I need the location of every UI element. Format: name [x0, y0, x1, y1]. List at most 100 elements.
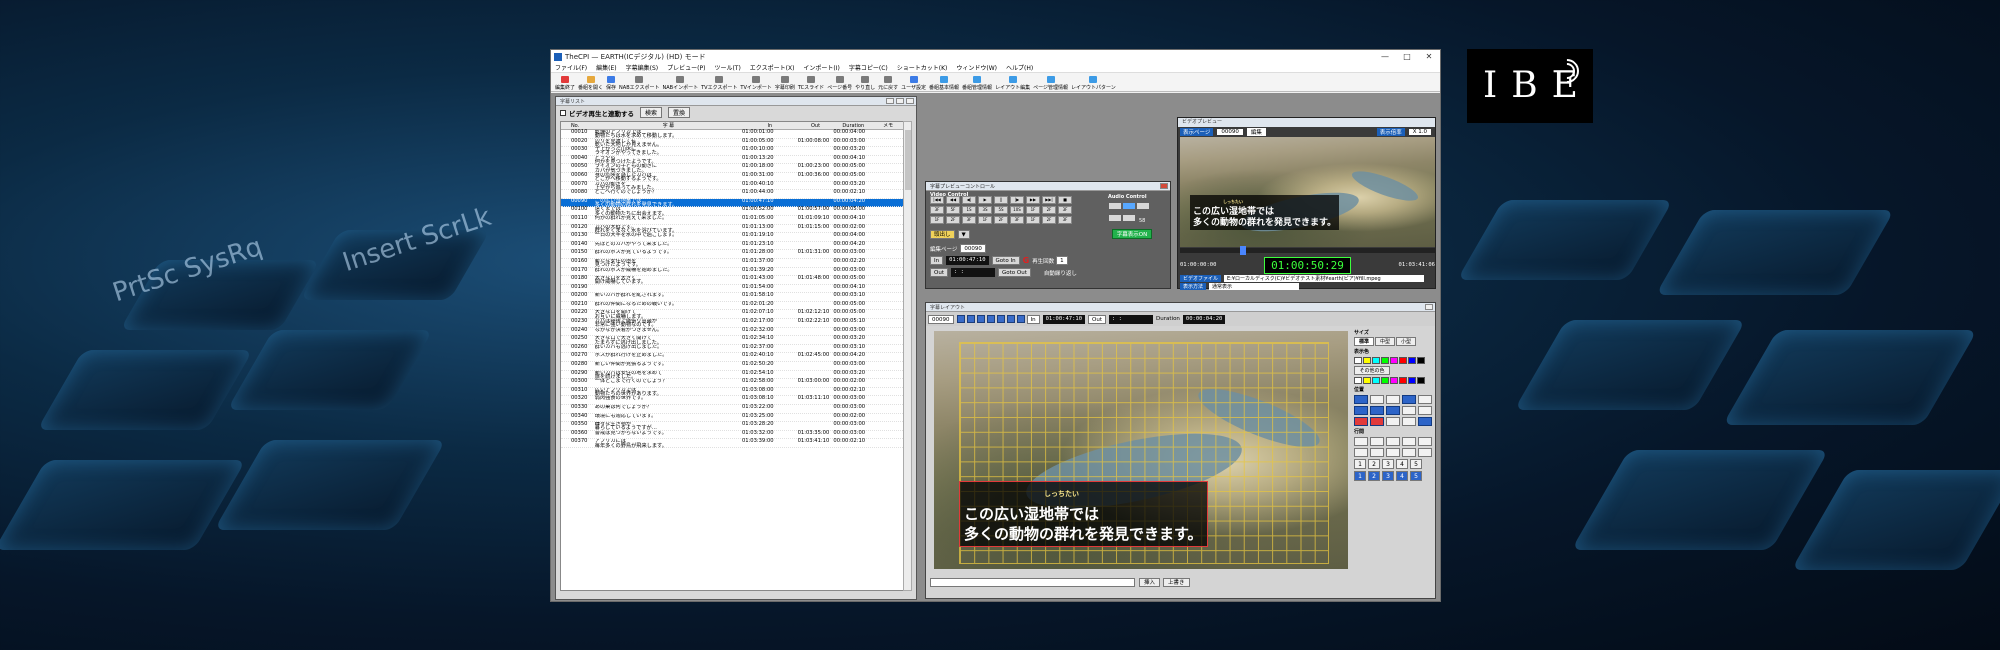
toolbar-button[interactable]: 元に戻す [878, 76, 898, 91]
color-swatch[interactable] [1363, 357, 1371, 364]
toolbar-button[interactable]: NABインポート [663, 76, 698, 91]
move-left-icon[interactable] [1354, 406, 1368, 415]
subtitle-display-on-button[interactable]: 字幕表示ON [1112, 229, 1152, 239]
spacing-icon[interactable] [1386, 448, 1400, 457]
audio-center-button[interactable] [1123, 203, 1135, 209]
position-preset-icon[interactable] [1418, 406, 1432, 415]
transport-button[interactable]: 1F [930, 216, 944, 224]
toolbar-button[interactable]: 編集終了 [555, 76, 575, 91]
layout-out-button[interactable]: Out [1088, 314, 1107, 324]
menu-item[interactable]: プレビュー(P) [667, 63, 705, 72]
menu-item[interactable]: ファイル(F) [555, 63, 587, 72]
in-timecode[interactable]: 01:00:47:10 [946, 256, 989, 265]
window-close-icon[interactable] [906, 98, 914, 104]
preset-number-button[interactable]: 3 [1382, 459, 1394, 469]
transport-button[interactable]: ■ [1058, 196, 1072, 204]
jump-mode-button[interactable]: ▼ [957, 230, 970, 239]
video-file-path[interactable]: E:¥ローカルディスク(C)¥ビデオテスト素材¥earth(ピア)¥fill.m… [1224, 275, 1425, 282]
toolbar-button[interactable]: ページ管理情報 [1033, 76, 1068, 91]
transport-button[interactable]: ▶▶| [1042, 196, 1056, 204]
preset-number-button[interactable]: 1 [1354, 459, 1366, 469]
spacing-icon[interactable] [1402, 437, 1416, 446]
col-no[interactable]: No. [571, 123, 595, 129]
volume-down-button[interactable] [1109, 215, 1121, 221]
toolbar-button[interactable]: 番組を開く [578, 76, 603, 91]
up-arrow-icon[interactable] [966, 315, 975, 323]
maximize-button[interactable]: □ [1396, 52, 1418, 61]
sync-checkbox[interactable] [560, 109, 566, 116]
preset-number-button[interactable]: 2 [1368, 459, 1380, 469]
audio-right-button[interactable] [1137, 203, 1149, 209]
color-swatch[interactable] [1390, 377, 1398, 384]
arrow-right-icon[interactable] [1370, 417, 1384, 426]
goto-out-button[interactable]: Goto Out [997, 268, 1031, 277]
replace-button[interactable]: 置換 [668, 107, 691, 118]
position-preset-icon[interactable] [1418, 395, 1432, 404]
minimize-button[interactable]: — [1374, 52, 1396, 61]
menu-item[interactable]: ショートカット(K) [897, 63, 948, 72]
color-swatch[interactable] [1372, 377, 1380, 384]
align-icon[interactable] [996, 315, 1005, 323]
jump-button[interactable]: 頭出し [930, 230, 955, 239]
layout-subtitle[interactable]: しっちたい この広い湿地帯では 多くの動物の群れを発見できます。 [959, 481, 1208, 547]
color-swatch[interactable] [1399, 357, 1407, 364]
spacing-icon[interactable] [1370, 448, 1384, 457]
color-swatch[interactable] [1381, 377, 1389, 384]
size-small-button[interactable]: 小型 [1396, 337, 1417, 346]
preset-number-button[interactable]: 2 [1368, 471, 1380, 481]
color-swatch[interactable] [1354, 357, 1362, 364]
layout-page-select[interactable]: 00090 [928, 314, 954, 324]
insert-button[interactable]: 挿入 [1139, 578, 1161, 587]
search-button[interactable]: 検索 [640, 107, 663, 118]
menu-item[interactable]: 編集(E) [596, 63, 616, 72]
toolbar-button[interactable]: 保存 [606, 76, 616, 91]
close-button[interactable]: ✕ [1418, 52, 1440, 61]
list-scrollbar[interactable] [903, 121, 912, 591]
toolbar-button[interactable]: ユーザ設定 [901, 76, 926, 91]
toolbar-button[interactable]: 番組基本情報 [929, 76, 959, 91]
overwrite-button[interactable]: 上書き [1163, 578, 1190, 587]
preset-number-button[interactable]: 3 [1382, 471, 1394, 481]
audio-left-button[interactable] [1109, 203, 1121, 209]
menu-item[interactable]: ウィンドウ(W) [956, 63, 997, 72]
menu-item[interactable]: インポート(I) [803, 63, 839, 72]
position-preset-icon[interactable] [1386, 395, 1400, 404]
window-close-icon[interactable] [1425, 304, 1433, 310]
toolbar-button[interactable]: TVインポート [740, 76, 772, 91]
preview-timeline[interactable] [1180, 246, 1435, 255]
layout-in-timecode[interactable]: 01:00:47:10 [1042, 314, 1086, 324]
toolbar-button[interactable]: 番組管理情報 [962, 76, 992, 91]
position-preset-icon[interactable] [1402, 417, 1416, 426]
menu-item[interactable]: ヘルプ(H) [1006, 63, 1033, 72]
preset-number-button[interactable]: 5 [1410, 459, 1422, 469]
zoom-select[interactable]: X 1.0 [1408, 128, 1431, 135]
out-timecode[interactable]: : : [950, 268, 995, 277]
transport-button[interactable]: 3F [1058, 206, 1072, 214]
spacing-icon[interactable] [1354, 448, 1368, 457]
clear-icon[interactable]: G [1023, 256, 1030, 265]
transport-button[interactable]: 1F [1026, 216, 1040, 224]
align-center-icon[interactable] [1402, 395, 1416, 404]
color-swatch[interactable] [1417, 377, 1425, 384]
out-button[interactable]: Out [930, 268, 948, 277]
timeline-knob[interactable] [1240, 246, 1246, 255]
transport-button[interactable]: 3F [962, 216, 976, 224]
rotate-icon[interactable] [1418, 417, 1432, 426]
transport-button[interactable]: 2F [1042, 216, 1056, 224]
color-swatch[interactable] [1408, 377, 1416, 384]
down-arrow-icon[interactable] [956, 315, 965, 323]
transport-button[interactable]: ▶▶ [1026, 196, 1040, 204]
spacing-icon[interactable] [1386, 437, 1400, 446]
auto-repeat-label[interactable]: 自動繰り返し [1044, 269, 1077, 277]
transport-button[interactable]: 3F [930, 206, 944, 214]
position-preset-icon[interactable] [1386, 417, 1400, 426]
position-preset-icon[interactable] [1402, 406, 1416, 415]
transport-button[interactable]: 1F [978, 216, 992, 224]
arrow-left-icon[interactable] [1354, 417, 1368, 426]
transport-button[interactable]: 10S [1010, 206, 1024, 214]
color-swatch[interactable] [1417, 357, 1425, 364]
toolbar-button[interactable]: レイアウトパターン [1071, 76, 1116, 91]
color-swatch[interactable] [1399, 377, 1407, 384]
transport-button[interactable]: |◀◀ [930, 196, 944, 204]
subtitle-text-input[interactable] [930, 578, 1135, 587]
